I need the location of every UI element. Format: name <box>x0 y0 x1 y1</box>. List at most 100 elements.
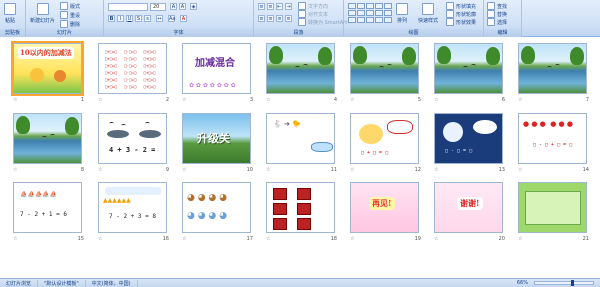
layout-button[interactable]: 版式 <box>60 2 80 10</box>
animation-star-icon[interactable]: ☆ <box>350 167 354 173</box>
slide-thumbnail[interactable]: ● ● ● ● ● ● □ - □ + □ = □ <box>518 113 587 164</box>
view-label: 幻灯片浏览 <box>0 279 39 287</box>
animation-star-icon[interactable]: ☆ <box>518 236 522 242</box>
shape-outline-button[interactable]: 形状轮廓 <box>446 10 476 18</box>
slide-number: 5 <box>417 97 421 103</box>
shrink-font-button[interactable]: A <box>179 3 186 10</box>
replace-icon <box>487 10 495 18</box>
align-right-button[interactable]: ≡ <box>276 15 283 22</box>
replace-button[interactable]: 替换 <box>487 10 507 18</box>
slide-thumbnail[interactable] <box>434 43 503 94</box>
shapes-gallery[interactable] <box>348 3 392 23</box>
bold-button[interactable]: B <box>108 15 115 22</box>
animation-star-icon[interactable]: ☆ <box>518 97 522 103</box>
increase-indent-button[interactable]: ⇥ <box>285 3 292 10</box>
zoom-slider-thumb[interactable] <box>571 280 574 286</box>
slide-sorter[interactable]: 10以内的加减法 ☆ 1 □+□=□ □-□=□ □+□=□ □+□=□ □-□=□ … <box>0 37 600 278</box>
select-button[interactable]: 选择 <box>487 18 507 26</box>
font-color-button[interactable]: A <box>180 15 187 22</box>
bullets-button[interactable]: ≡ <box>258 3 265 10</box>
shape-effects-icon <box>446 18 454 26</box>
align-center-button[interactable]: ≡ <box>267 15 274 22</box>
arrange-button[interactable]: 排列 <box>396 3 408 24</box>
clipboard-group-label: 剪贴板 <box>0 29 25 37</box>
slide-number: 13 <box>498 167 505 173</box>
align-text-button[interactable]: 对齐文本 <box>298 10 328 18</box>
slide-thumbnail[interactable] <box>518 182 587 233</box>
underline-button[interactable]: U <box>126 15 133 22</box>
slide-thumbnail[interactable] <box>13 113 82 164</box>
slide-title: 再见! <box>369 197 395 210</box>
decrease-indent-button[interactable]: ⇤ <box>276 3 283 10</box>
slide-title: 升级关 <box>197 132 230 145</box>
animation-star-icon[interactable]: ☆ <box>13 236 17 242</box>
slide-thumbnail[interactable]: 谢谢! <box>434 182 503 233</box>
editing-group: 查找 替换 选择 编辑 <box>484 0 522 37</box>
animation-star-icon[interactable]: ☆ <box>266 167 270 173</box>
paste-button[interactable]: 粘贴 <box>4 3 16 24</box>
animation-star-icon[interactable]: ☆ <box>182 167 186 173</box>
font-size-combo[interactable]: 20 <box>150 3 166 11</box>
align-left-button[interactable]: ≡ <box>258 15 265 22</box>
slide-thumbnail[interactable]: □ - □ = □ <box>434 113 503 164</box>
new-slide-button[interactable]: 新建幻灯片 <box>30 3 55 24</box>
grow-font-button[interactable]: A <box>170 3 177 10</box>
reset-icon <box>60 11 68 19</box>
animation-star-icon[interactable]: ☆ <box>350 97 354 103</box>
numbering-button[interactable]: ≡ <box>267 3 274 10</box>
slide-thumbnail[interactable] <box>518 43 587 94</box>
slide-thumbnail[interactable]: ▲▲▲▲▲▲ 7 - 2 + 3 = 8 <box>98 182 167 233</box>
slide-thumbnail[interactable] <box>266 43 335 94</box>
char-spacing-button[interactable]: ↔ <box>156 15 163 22</box>
slide-number: 20 <box>498 236 505 242</box>
slide-thumbnail[interactable]: 🐇 ➔ 🐤 <box>266 113 335 164</box>
shape-fill-button[interactable]: 形状填充 <box>446 2 476 10</box>
slide-thumbnail[interactable] <box>266 182 335 233</box>
shadow-button[interactable]: s <box>144 15 151 22</box>
slide-thumbnail[interactable]: ⛵⛵⛵⛵⛵ 7 - 2 + 1 = 6 <box>13 182 82 233</box>
justify-button[interactable]: ≡ <box>285 15 292 22</box>
strikethrough-button[interactable]: S <box>135 15 142 22</box>
animation-star-icon[interactable]: ☆ <box>98 236 102 242</box>
animation-star-icon[interactable]: ☆ <box>350 236 354 242</box>
animation-star-icon[interactable]: ☆ <box>182 236 186 242</box>
animation-star-icon[interactable]: ☆ <box>434 167 438 173</box>
find-icon <box>487 2 495 10</box>
slide-number: 6 <box>501 97 505 103</box>
animation-star-icon[interactable]: ☆ <box>98 97 102 103</box>
slide-thumbnail[interactable] <box>350 43 419 94</box>
change-case-button[interactable]: Aa <box>168 15 175 22</box>
slide-thumbnail[interactable]: 4 + 3 - 2 = <box>98 113 167 164</box>
find-button[interactable]: 查找 <box>487 2 507 10</box>
smartart-icon <box>298 18 306 26</box>
delete-button[interactable]: 删除 <box>60 20 80 28</box>
slide-thumbnail[interactable]: ◕ ◕ ◕ ◕ ◕ ◕ ◕ ◕ <box>182 182 251 233</box>
reset-button[interactable]: 重设 <box>60 11 80 19</box>
slide-thumbnail[interactable]: 加减混合 ✿ ✿ ✿ ✿ ✿ ✿ ✿ <box>182 43 251 94</box>
slide-number: 2 <box>165 97 169 103</box>
slide-thumbnail[interactable]: □ + □ = □ <box>350 113 419 164</box>
slide-thumbnail[interactable]: 10以内的加减法 <box>11 41 84 96</box>
slide-thumbnail[interactable]: 升级关 <box>182 113 251 164</box>
animation-star-icon[interactable]: ☆ <box>182 97 186 103</box>
animation-star-icon[interactable]: ☆ <box>13 97 17 103</box>
animation-star-icon[interactable]: ☆ <box>13 167 17 173</box>
animation-star-icon[interactable]: ☆ <box>266 97 270 103</box>
shape-effects-button[interactable]: 形状效果 <box>446 18 476 26</box>
status-bar: 幻灯片浏览 "默认设计模板" 中文(简体，中国) 66% <box>0 278 600 287</box>
slide-number: 12 <box>414 167 421 173</box>
quick-styles-button[interactable]: 快速样式 <box>418 3 438 24</box>
clear-format-button[interactable]: ◈ <box>190 3 197 10</box>
zoom-slider[interactable] <box>534 280 594 286</box>
animation-star-icon[interactable]: ☆ <box>98 167 102 173</box>
smartart-button[interactable]: 转换为 SmartArt <box>298 18 347 26</box>
animation-star-icon[interactable]: ☆ <box>434 97 438 103</box>
slide-thumbnail[interactable]: 再见! <box>350 182 419 233</box>
text-direction-button[interactable]: 文字方向 <box>298 2 328 10</box>
animation-star-icon[interactable]: ☆ <box>266 236 270 242</box>
slide-thumbnail[interactable]: □+□=□ □-□=□ □+□=□ □+□=□ □-□=□ □+□=□ □+□=□ … <box>98 43 167 94</box>
font-name-combo[interactable] <box>108 3 148 11</box>
italic-button[interactable]: I <box>117 15 124 22</box>
animation-star-icon[interactable]: ☆ <box>434 236 438 242</box>
animation-star-icon[interactable]: ☆ <box>518 167 522 173</box>
